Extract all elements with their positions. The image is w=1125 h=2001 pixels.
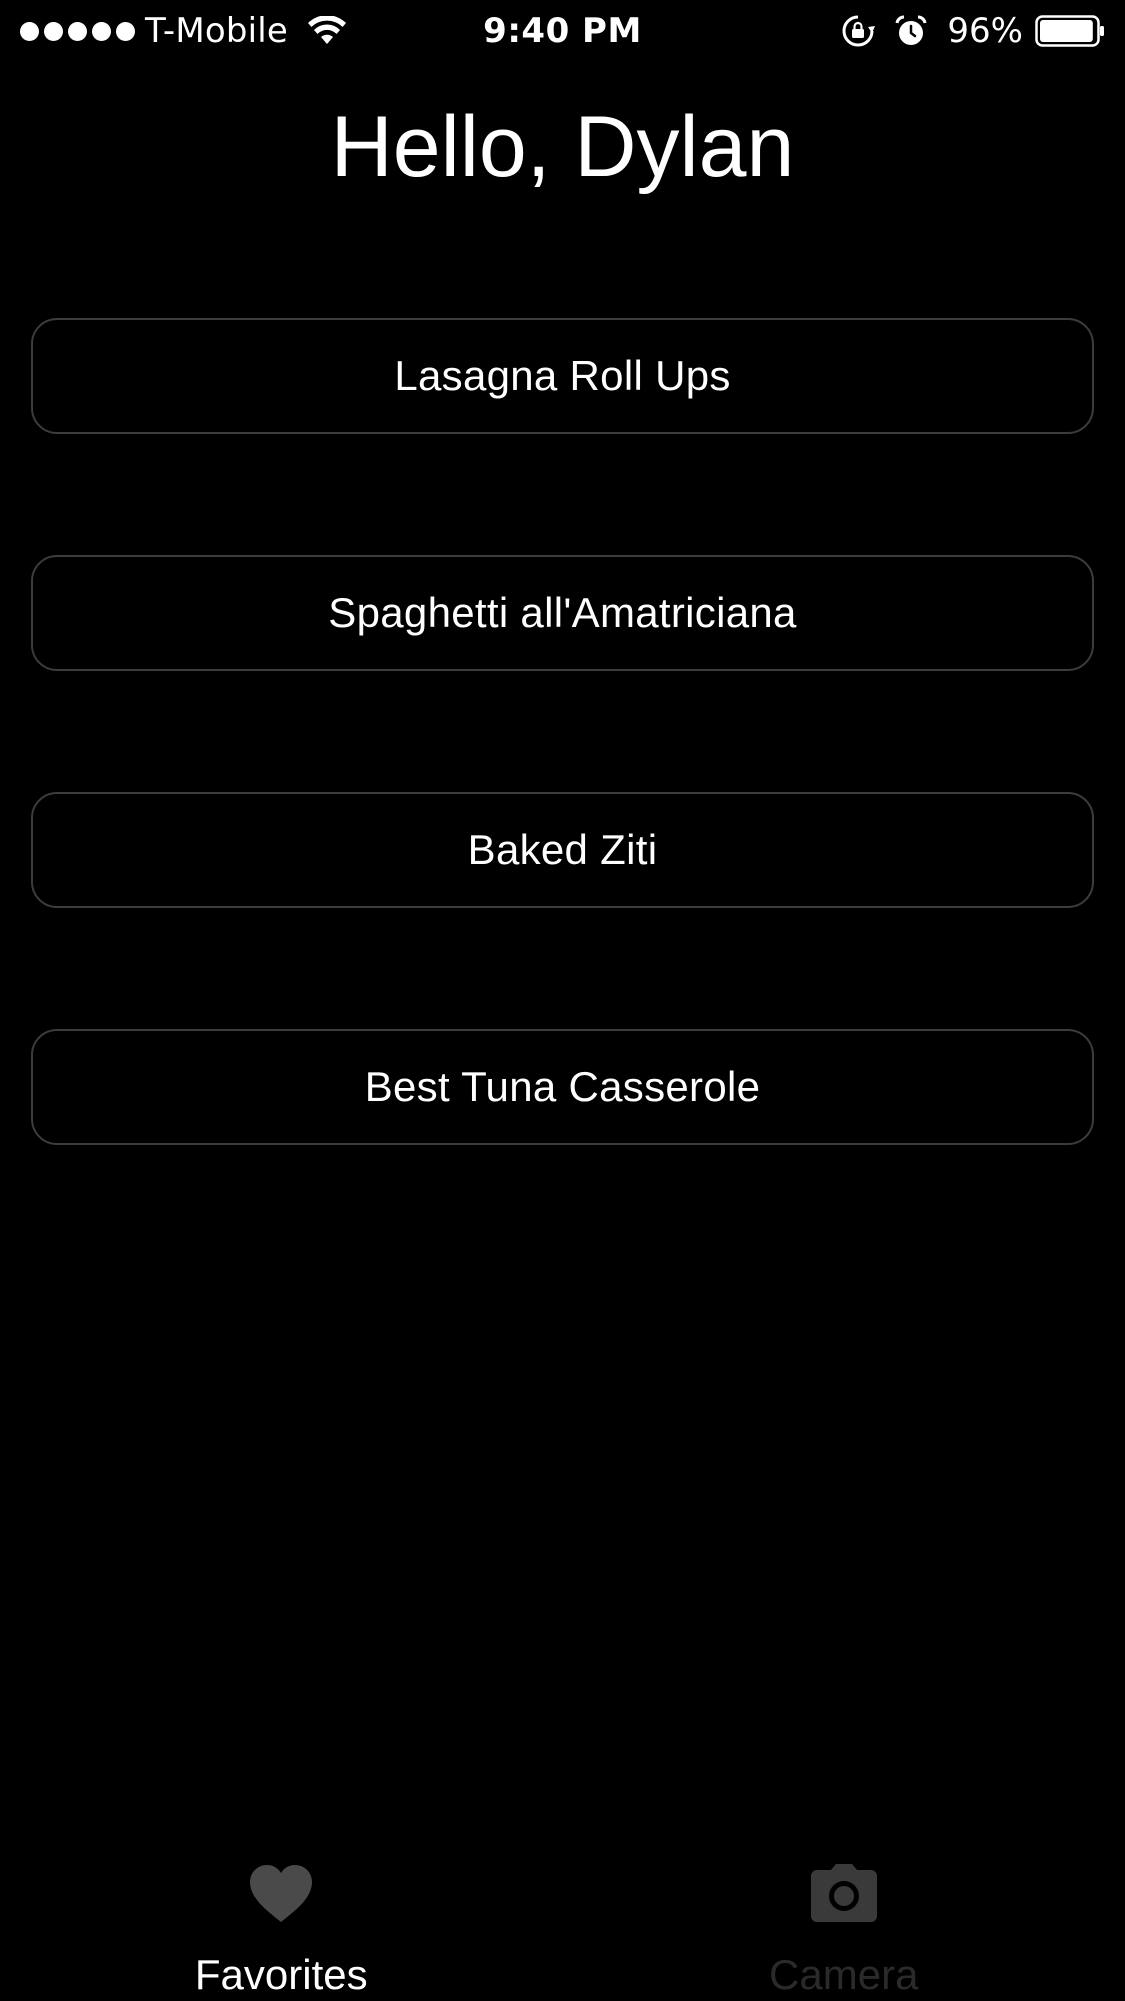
tab-favorites[interactable]: Favorites <box>0 1846 563 2001</box>
tab-bar: Favorites Camera <box>0 1846 1125 2001</box>
battery-icon <box>1035 15 1104 47</box>
alarm-icon <box>895 15 927 45</box>
battery-percent: 96% <box>947 11 1023 51</box>
greeting-title: Hello, Dylan <box>330 99 795 195</box>
tab-label: Favorites <box>194 1951 368 1998</box>
camera-icon <box>810 1864 877 1922</box>
tab-label: Camera <box>769 1951 919 1998</box>
recipe-button[interactable]: Best Tuna Casserole <box>31 1029 1094 1145</box>
recipe-button[interactable]: Spaghetti all'Amatriciana <box>31 555 1094 671</box>
status-bar: T-Mobile 9:40 PM 96% <box>0 0 1125 62</box>
status-right: 96% <box>841 0 1105 62</box>
recipe-button[interactable]: Lasagna Roll Ups <box>31 318 1094 434</box>
rotation-lock-icon <box>842 15 876 47</box>
tab-camera[interactable]: Camera <box>563 1846 1125 2001</box>
recipe-button[interactable]: Baked Ziti <box>31 792 1094 908</box>
heart-icon <box>250 1865 313 1922</box>
favorites-recipe-list: Lasagna Roll Ups Spaghetti all'Amatricia… <box>31 318 1094 1266</box>
